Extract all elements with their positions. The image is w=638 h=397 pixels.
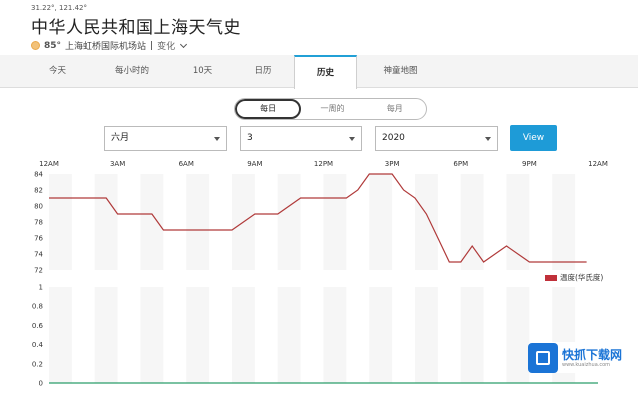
grid-stripe bbox=[277, 174, 301, 270]
caret-down-icon bbox=[485, 137, 491, 141]
x-tick-label: 3AM bbox=[110, 160, 125, 168]
watermark-text: 快抓下载网 bbox=[562, 347, 623, 362]
x-tick-label: 12AM bbox=[588, 160, 608, 168]
grid-stripe bbox=[323, 174, 347, 270]
grid-stripe bbox=[415, 287, 438, 383]
grid-stripe bbox=[323, 287, 347, 383]
y-tick-label: 0.6 bbox=[32, 322, 44, 330]
grid-stripe bbox=[506, 174, 530, 270]
y-tick-label: 72 bbox=[34, 267, 43, 275]
year-value: 2020 bbox=[382, 133, 405, 143]
grid-stripe bbox=[186, 287, 210, 383]
x-tick-label: 9AM bbox=[247, 160, 262, 168]
toggle-monthly[interactable]: 每月 bbox=[364, 99, 426, 119]
grid-stripe bbox=[94, 287, 118, 383]
grid-stripe bbox=[232, 287, 255, 383]
tab-10day[interactable]: 10天 bbox=[175, 55, 230, 88]
year-select[interactable]: 2020 bbox=[375, 126, 498, 151]
legend-swatch bbox=[545, 274, 557, 281]
legend-label: 温度(华氏度) bbox=[560, 273, 604, 282]
y-tick-label: 0 bbox=[39, 380, 43, 388]
grid-stripe bbox=[186, 174, 210, 270]
tab-hourly[interactable]: 每小时的 bbox=[97, 55, 167, 88]
y-tick-label: 76 bbox=[34, 235, 43, 243]
y-tick-label: 0.2 bbox=[32, 360, 43, 368]
page-title: 中华人民共和国上海天气史 bbox=[31, 18, 241, 38]
coordinates: 31.22°, 121.42° bbox=[31, 4, 87, 12]
month-select[interactable]: 六月 bbox=[104, 126, 227, 151]
temperature-line bbox=[49, 173, 587, 263]
grid-stripe bbox=[140, 174, 164, 270]
grid-stripe bbox=[506, 287, 530, 383]
location-row: 85° 上海虹桥国际机场站 | 变化 bbox=[31, 39, 188, 52]
tab-calendar[interactable]: 日历 bbox=[238, 55, 288, 88]
caret-down-icon bbox=[214, 137, 220, 141]
toggle-daily[interactable]: 每日 bbox=[235, 99, 302, 119]
x-tick-label: 3PM bbox=[385, 160, 400, 168]
y-tick-label: 74 bbox=[34, 251, 43, 259]
grid-stripe bbox=[415, 174, 438, 270]
grid-stripe bbox=[94, 174, 118, 270]
station-name[interactable]: 上海虹桥国际机场站 bbox=[65, 39, 146, 52]
view-button[interactable]: View bbox=[510, 125, 557, 151]
x-tick-label: 6AM bbox=[179, 160, 194, 168]
watermark-url: www.kuaizhua.com bbox=[562, 361, 611, 368]
day-select[interactable]: 3 bbox=[240, 126, 362, 151]
separator: | bbox=[150, 40, 154, 51]
grid-stripe bbox=[277, 287, 301, 383]
grid-stripe bbox=[49, 287, 72, 383]
sun-icon bbox=[31, 41, 40, 50]
period-toggle: 每日 一周的 每月 bbox=[234, 98, 427, 120]
current-temp: 85° bbox=[44, 40, 62, 51]
grid-stripe bbox=[140, 287, 164, 383]
y-tick-label: 80 bbox=[34, 203, 43, 211]
grid-stripe bbox=[460, 174, 484, 270]
chart-legend: 温度(华氏度) bbox=[545, 272, 603, 283]
toggle-weekly[interactable]: 一周的 bbox=[301, 99, 363, 119]
x-tick-label: 12AM bbox=[39, 160, 59, 168]
y-tick-label: 0.8 bbox=[32, 303, 43, 311]
y-tick-label: 0.4 bbox=[32, 341, 44, 349]
x-tick-label: 12PM bbox=[314, 160, 333, 168]
grid-stripe bbox=[49, 174, 72, 270]
month-value: 六月 bbox=[111, 133, 130, 143]
cube-icon bbox=[528, 342, 558, 373]
tab-map[interactable]: 神童地图 bbox=[368, 55, 433, 88]
change-location-link[interactable]: 变化 bbox=[157, 39, 175, 52]
tab-today[interactable]: 今天 bbox=[30, 55, 85, 88]
grid-stripe bbox=[232, 174, 255, 270]
day-value: 3 bbox=[247, 133, 253, 143]
caret-down-icon bbox=[349, 137, 355, 141]
tab-history[interactable]: 历史 bbox=[294, 55, 357, 89]
grid-stripe bbox=[460, 287, 484, 383]
tab-bar: 今天 每小时的 10天 日历 历史 神童地图 bbox=[0, 55, 638, 89]
y-tick-label: 1 bbox=[39, 284, 43, 292]
x-tick-label: 9PM bbox=[522, 160, 537, 168]
grid-stripe bbox=[552, 174, 576, 270]
grid-stripe bbox=[369, 174, 393, 270]
y-tick-label: 82 bbox=[34, 187, 43, 195]
y-tick-label: 78 bbox=[34, 219, 43, 227]
grid-stripe bbox=[369, 287, 393, 383]
x-tick-label: 6PM bbox=[453, 160, 468, 168]
y-tick-label: 84 bbox=[34, 171, 43, 179]
chevron-down-icon[interactable] bbox=[180, 40, 188, 48]
watermark: 快抓下载网 www.kuaizhua.com bbox=[528, 342, 632, 373]
